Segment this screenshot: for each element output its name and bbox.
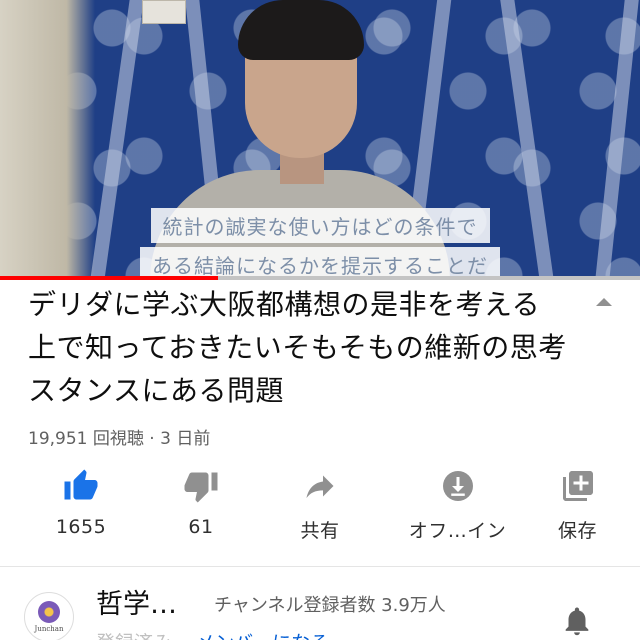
thumb-up-icon	[61, 466, 101, 506]
offline-download-button[interactable]: オフ…イン	[400, 466, 515, 546]
caption-line: 統計の誠実な使い方はどの条件で	[150, 208, 490, 243]
like-button[interactable]: 1655	[0, 466, 162, 546]
join-membership-link[interactable]: メンバーになる	[196, 632, 329, 640]
action-bar: 1655 61 共有 オフ…イン 保存	[0, 466, 640, 546]
channel-name[interactable]: 哲学…	[96, 582, 177, 621]
video-player[interactable]: 統計の誠実な使い方はどの条件で ある結論になるかを提示することだ	[0, 0, 640, 278]
divider	[0, 566, 640, 567]
video-captions: 統計の誠実な使い方はどの条件で ある結論になるかを提示することだ	[0, 208, 640, 278]
avatar-logo-text: Junchan	[34, 625, 64, 633]
download-icon	[438, 466, 478, 506]
share-button[interactable]: 共有	[240, 466, 400, 546]
notification-bell-icon[interactable]	[560, 604, 594, 638]
add-to-playlist-icon	[558, 466, 598, 506]
video-title[interactable]: デリダに学ぶ大阪都構想の是非を考える上で知っておきたいそもそもの維新の思考スタン…	[28, 283, 568, 412]
subscriber-count: チャンネル登録者数 3.9万人	[214, 595, 446, 616]
subscribed-label[interactable]: 登録済み	[96, 632, 172, 640]
save-label: 保存	[557, 520, 597, 542]
video-progress-bar[interactable]	[0, 276, 640, 280]
share-icon	[300, 466, 340, 506]
offline-label: オフ…イン	[408, 520, 507, 542]
dislike-count: 61	[188, 516, 214, 538]
channel-avatar[interactable]: Junchan	[24, 592, 74, 640]
like-count: 1655	[55, 516, 107, 538]
view-count-and-date: 19,951 回視聴 · 3 日前	[28, 429, 211, 449]
dislike-button[interactable]: 61	[162, 466, 240, 546]
share-label: 共有	[300, 520, 340, 542]
flower-logo-icon	[38, 601, 60, 623]
light-switch	[142, 0, 186, 24]
channel-subrow: 登録済み メンバーになる	[96, 628, 329, 640]
video-progress-played	[0, 276, 218, 280]
caption-line: ある結論になるかを提示することだ	[140, 247, 500, 278]
thumb-down-icon	[181, 466, 221, 506]
speaker-hair	[238, 0, 364, 60]
save-button[interactable]: 保存	[515, 466, 640, 546]
chevron-up-icon[interactable]	[592, 290, 616, 314]
